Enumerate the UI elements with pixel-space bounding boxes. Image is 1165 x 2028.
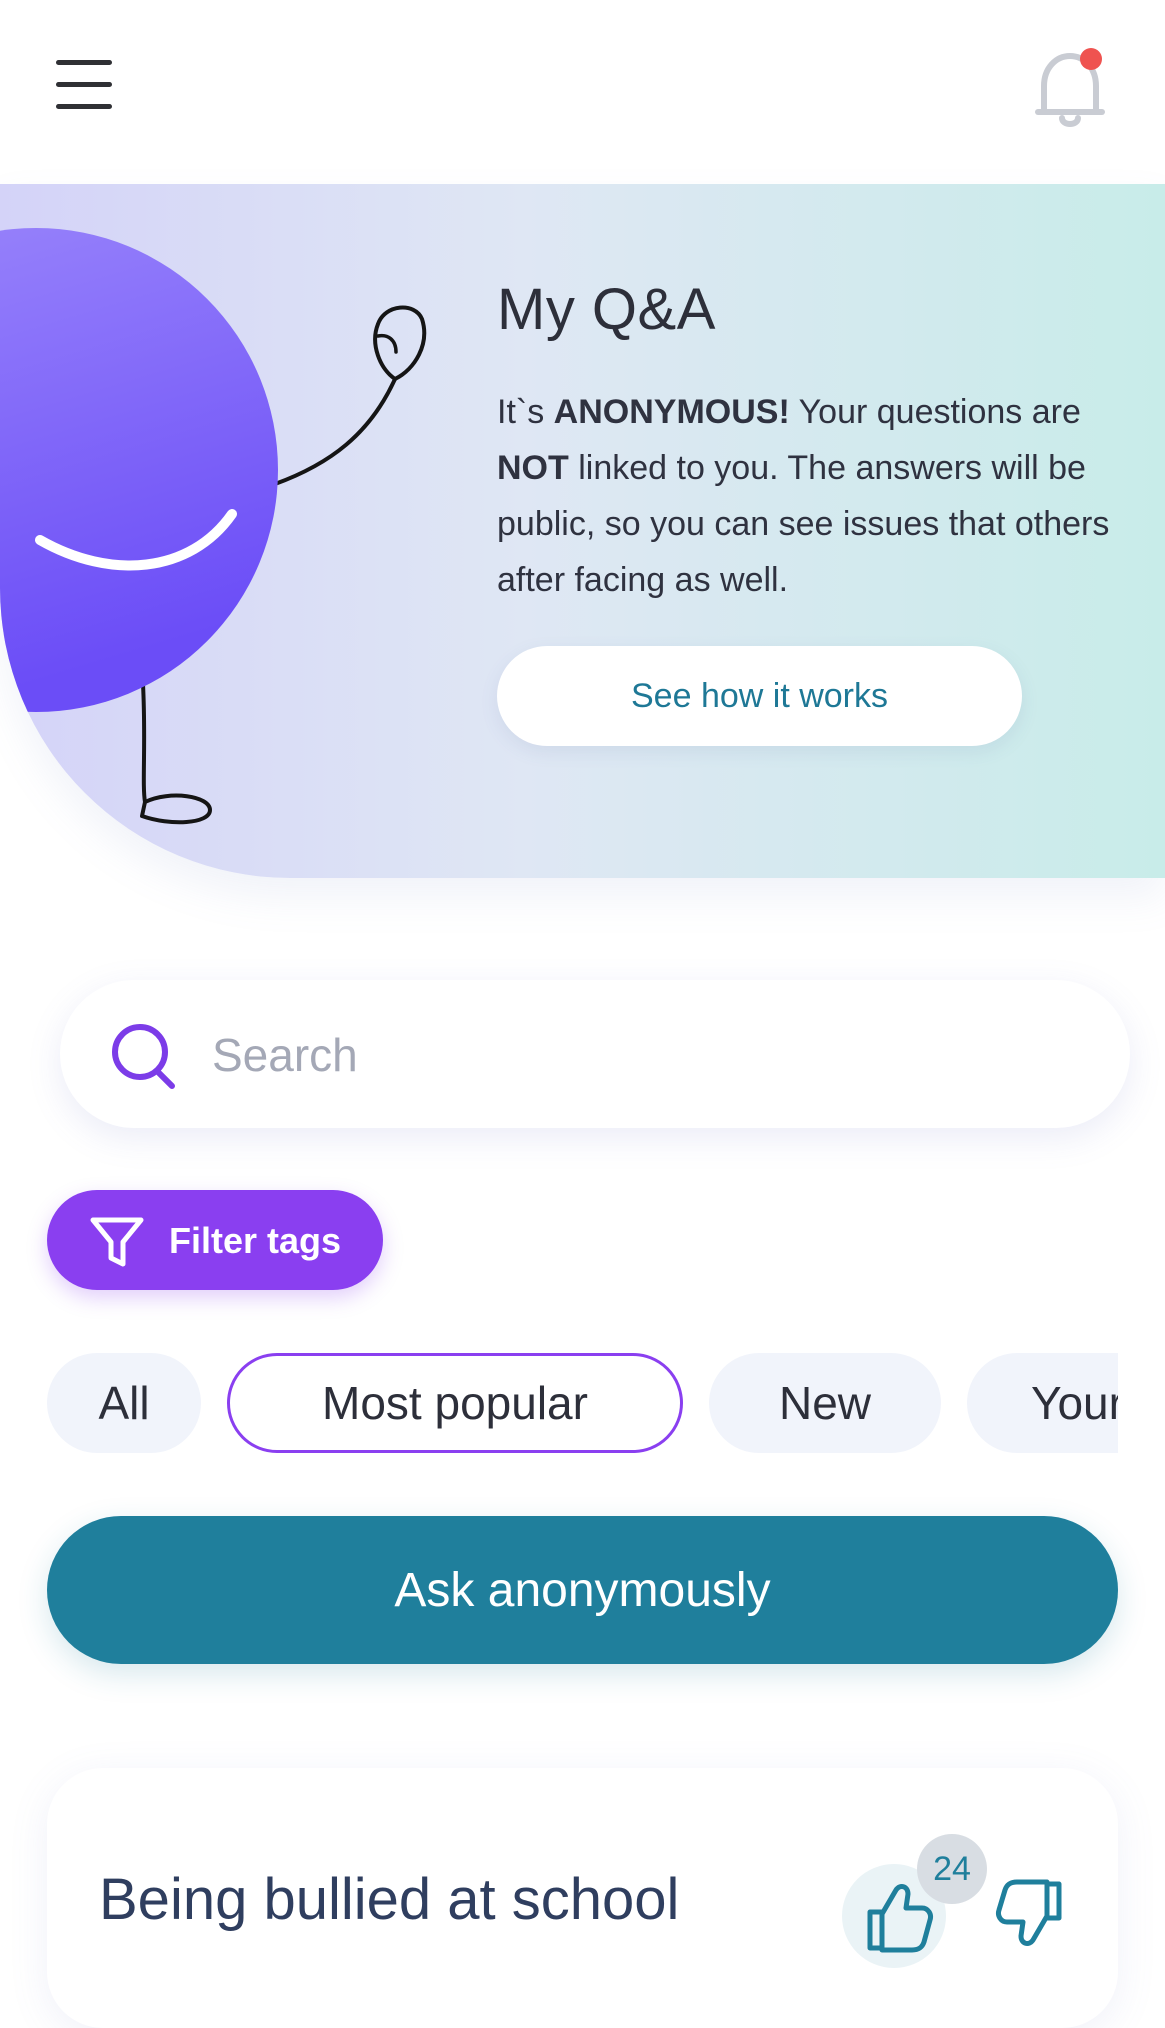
description-emphasis: NOT — [497, 449, 569, 487]
like-count-badge: 24 — [917, 1834, 987, 1904]
description-text: It`s — [497, 393, 554, 431]
see-how-it-works-button[interactable]: See how it works — [497, 646, 1022, 746]
search-icon — [112, 1024, 175, 1089]
tab-your[interactable]: Your — [967, 1353, 1118, 1453]
tab-most-popular[interactable]: Most popular — [227, 1353, 683, 1453]
tab-new[interactable]: New — [709, 1353, 941, 1453]
mascot-illustration — [0, 228, 427, 825]
filter-icon — [90, 1217, 144, 1267]
dislike-button[interactable] — [985, 1878, 1075, 1968]
tab-all[interactable]: All — [47, 1353, 201, 1453]
search-input[interactable] — [210, 1014, 1094, 1096]
search-bar[interactable] — [60, 980, 1130, 1128]
question-title: Being bullied at school — [99, 1867, 680, 1932]
thumbs-down-icon — [996, 1879, 1062, 1946]
notification-badge — [1080, 48, 1102, 70]
description-text: Your questions are — [789, 393, 1081, 431]
filter-tags-button[interactable]: Filter tags — [47, 1190, 383, 1290]
top-bar — [0, 0, 1165, 184]
question-card[interactable]: Being bullied at school 24 — [47, 1768, 1118, 2028]
anonymity-description: It`s ANONYMOUS! Your questions are NOT l… — [497, 384, 1127, 608]
hamburger-menu-icon[interactable] — [52, 56, 116, 112]
hero-banner: My Q&A It`s ANONYMOUS! Your questions ar… — [0, 184, 1165, 878]
notifications-button[interactable] — [1030, 46, 1110, 130]
description-emphasis: ANONYMOUS! — [553, 393, 790, 431]
filter-tags-label: Filter tags — [169, 1220, 342, 1261]
sort-tabs: All Most popular New Your — [47, 1353, 1118, 1453]
page-title: My Q&A — [497, 277, 716, 342]
ask-anonymously-button[interactable]: Ask anonymously — [47, 1516, 1118, 1664]
description-text: linked to you. The answers will be publi… — [497, 449, 1110, 599]
